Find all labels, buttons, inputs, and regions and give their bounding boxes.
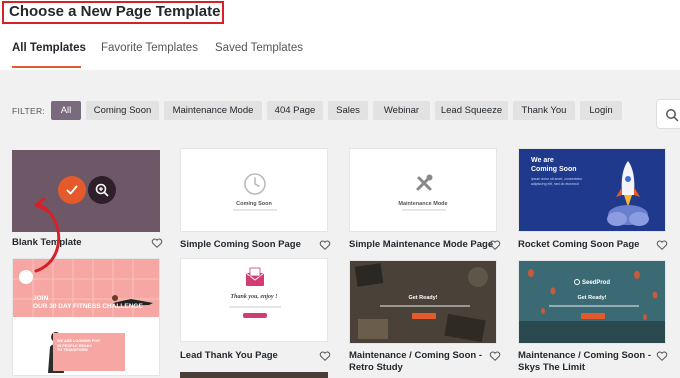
preview-text-line xyxy=(549,305,639,307)
preview-title: Get Ready! xyxy=(577,295,607,301)
template-card-simple-maintenance[interactable]: Maintenance Mode xyxy=(349,148,497,232)
active-tab-underline xyxy=(12,66,81,68)
preview-title: Get Ready! xyxy=(408,295,438,301)
tab-favorite-templates[interactable]: Favorite Templates xyxy=(101,42,198,54)
search-icon xyxy=(666,109,679,122)
favorite-heart-icon[interactable] xyxy=(489,350,501,362)
zoom-in-icon xyxy=(95,183,109,197)
filter-chip-webinar[interactable]: Webinar xyxy=(373,101,430,120)
filter-chip-sales[interactable]: Sales xyxy=(328,101,368,120)
filter-chip-login[interactable]: Login xyxy=(580,101,622,120)
annotation-arrow xyxy=(34,197,61,273)
preview-subtitle: ipsum dolor sit amet, consectetur adipis… xyxy=(531,177,583,186)
seedprod-logo-icon xyxy=(573,279,580,285)
tab-all-templates[interactable]: All Templates xyxy=(12,42,86,54)
tools-icon xyxy=(416,174,433,191)
page-header: Choose a New Page Template All Templates… xyxy=(0,0,680,70)
filter-chip-404-page[interactable]: 404 Page xyxy=(267,101,323,120)
filter-label: FILTER: xyxy=(12,106,46,116)
template-label-simple-coming-soon: Simple Coming Soon Page xyxy=(180,239,301,250)
preview-cta-button xyxy=(412,313,436,319)
preview-subtitle: WE ARE LOOKING FOR 10 PEOPLE READY TO TR… xyxy=(57,339,100,353)
preview-title: JOIN OUR 30 DAY FITNESS CHALLENGE xyxy=(33,295,143,310)
preview-title: Maintenance Mode xyxy=(398,201,448,207)
favorite-heart-icon[interactable] xyxy=(489,239,501,251)
page-title: Choose a New Page Template xyxy=(9,3,221,20)
tab-saved-templates[interactable]: Saved Templates xyxy=(215,42,303,54)
preview-text-line xyxy=(380,305,470,307)
preview-title: We are Coming Soon xyxy=(531,157,577,173)
favorite-heart-icon[interactable] xyxy=(656,350,668,362)
search-button[interactable] xyxy=(656,99,680,129)
template-card-skys-the-limit[interactable]: SeedProd Get Ready! xyxy=(518,260,666,344)
filter-chip-lead-squeeze[interactable]: Lead Squeeze xyxy=(435,101,508,120)
filter-chip-all[interactable]: All xyxy=(51,101,81,120)
template-card-rocket[interactable]: We are Coming Soon ipsum dolor sit amet,… xyxy=(518,148,666,232)
preview-template-button[interactable] xyxy=(88,176,116,204)
preview-title: Thank you, enjoy ! xyxy=(230,294,278,300)
favorite-heart-icon[interactable] xyxy=(151,237,163,249)
envelope-icon xyxy=(245,267,265,286)
preview-text-line xyxy=(229,306,281,308)
template-label-skys-the-limit: Maintenance / Coming Soon - Skys The Lim… xyxy=(518,350,652,373)
preview-promo-box: WE ARE LOOKING FOR 10 PEOPLE READY TO TR… xyxy=(53,333,125,371)
template-label-simple-maintenance: Simple Maintenance Mode Page xyxy=(349,239,494,250)
preview-title: Coming Soon xyxy=(236,201,272,207)
template-card-retro-study[interactable]: Get Ready! xyxy=(349,260,497,344)
preview-text-line xyxy=(233,209,277,211)
preview-brand: SeedProd xyxy=(519,279,665,286)
favorite-heart-icon[interactable] xyxy=(319,350,331,362)
favorite-heart-icon[interactable] xyxy=(656,239,668,251)
balloons-photo xyxy=(519,261,665,343)
rocket-illustration xyxy=(607,161,649,226)
filter-chip-maintenance-mode[interactable]: Maintenance Mode xyxy=(164,101,262,120)
template-label-rocket: Rocket Coming Soon Page xyxy=(518,239,640,250)
favorite-heart-icon[interactable] xyxy=(319,239,331,251)
template-card-simple-coming-soon[interactable]: Coming Soon xyxy=(180,148,328,232)
filter-chip-thank-you[interactable]: Thank You xyxy=(513,101,575,120)
template-card-partial[interactable] xyxy=(180,372,328,378)
preview-text-line xyxy=(402,209,446,211)
template-label-lead-thank-you: Lead Thank You Page xyxy=(180,350,278,361)
template-card-lead-thank-you[interactable]: Thank you, enjoy ! xyxy=(180,258,328,342)
clock-icon xyxy=(244,173,266,195)
desk-photo xyxy=(350,261,496,343)
template-label-retro-study: Maintenance / Coming Soon - Retro Study xyxy=(349,350,483,373)
preview-cta-button xyxy=(243,313,267,318)
filter-chip-coming-soon[interactable]: Coming Soon xyxy=(86,101,159,120)
preview-cta-button xyxy=(581,313,605,319)
template-card-fitness-challenge[interactable]: JOIN OUR 30 DAY FITNESS CHALLENGE WE ARE… xyxy=(12,258,160,376)
